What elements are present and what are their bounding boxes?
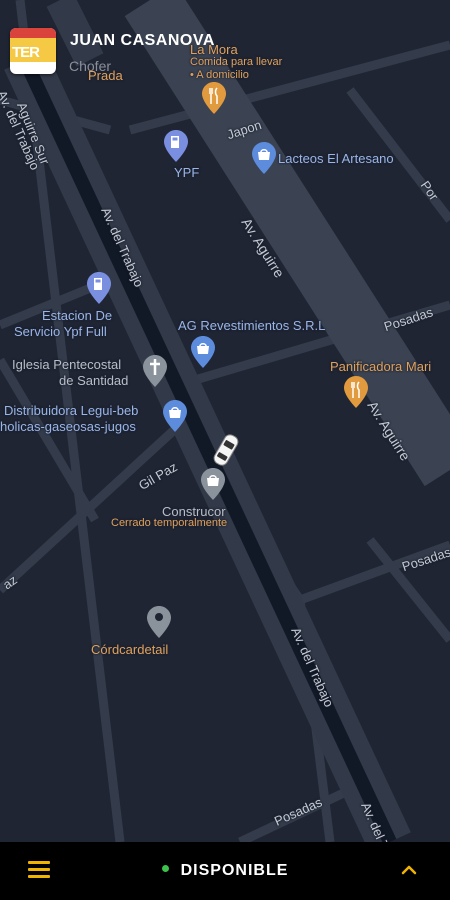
church-pin-icon[interactable] [143, 355, 167, 387]
poi-label[interactable]: holicas-gaseosas-jugos [0, 419, 136, 434]
status-label: DISPONIBLE [180, 862, 289, 879]
avatar[interactable]: TER [10, 28, 56, 74]
car-marker-icon [213, 434, 239, 466]
poi-label[interactable]: Distribuidora Legui-beb [4, 403, 138, 418]
restaurant-pin-icon[interactable] [202, 82, 226, 114]
fuel-pin-icon[interactable] [87, 272, 111, 304]
shopping-pin-icon[interactable] [252, 142, 276, 174]
shopping-pin-icon[interactable] [163, 400, 187, 432]
availability-status[interactable]: DISPONIBLE [0, 862, 450, 880]
poi-label[interactable]: de Santidad [59, 373, 128, 388]
driver-name: JUAN CASANOVA [70, 32, 215, 49]
avatar-text: TER [12, 44, 40, 61]
bottom-status-bar: DISPONIBLE [0, 842, 450, 900]
driver-header: TER JUAN CASANOVA [10, 28, 215, 76]
poi-label[interactable]: YPF [174, 165, 199, 180]
restaurant-pin-icon[interactable] [344, 376, 368, 408]
location-pin-icon[interactable] [147, 606, 171, 638]
shopping-pin-icon[interactable] [191, 336, 215, 368]
chevron-up-icon[interactable] [400, 862, 418, 878]
poi-label[interactable]: Iglesia Pentecostal [12, 357, 121, 372]
driver-role: Chofer [69, 58, 112, 74]
poi-label[interactable]: AG Revestimientos S.R.L [178, 318, 325, 333]
poi-label[interactable]: Estacion De [42, 308, 112, 323]
poi-subtitle: Cerrado temporalmente [111, 517, 228, 529]
poi-label[interactable]: Lacteos El Artesano [278, 151, 394, 166]
shopping-pin-icon[interactable] [201, 468, 225, 500]
fuel-pin-icon[interactable] [164, 130, 188, 162]
poi-label[interactable]: Panificadora Mari [330, 359, 431, 374]
poi-label[interactable]: Servicio Ypf Full [14, 324, 107, 339]
map-view[interactable]: Aguirre Sur Av. del Trabajo Av. del Trab… [0, 0, 450, 884]
status-dot-icon [161, 865, 169, 873]
poi-label[interactable]: Córdcardetail [91, 642, 168, 657]
